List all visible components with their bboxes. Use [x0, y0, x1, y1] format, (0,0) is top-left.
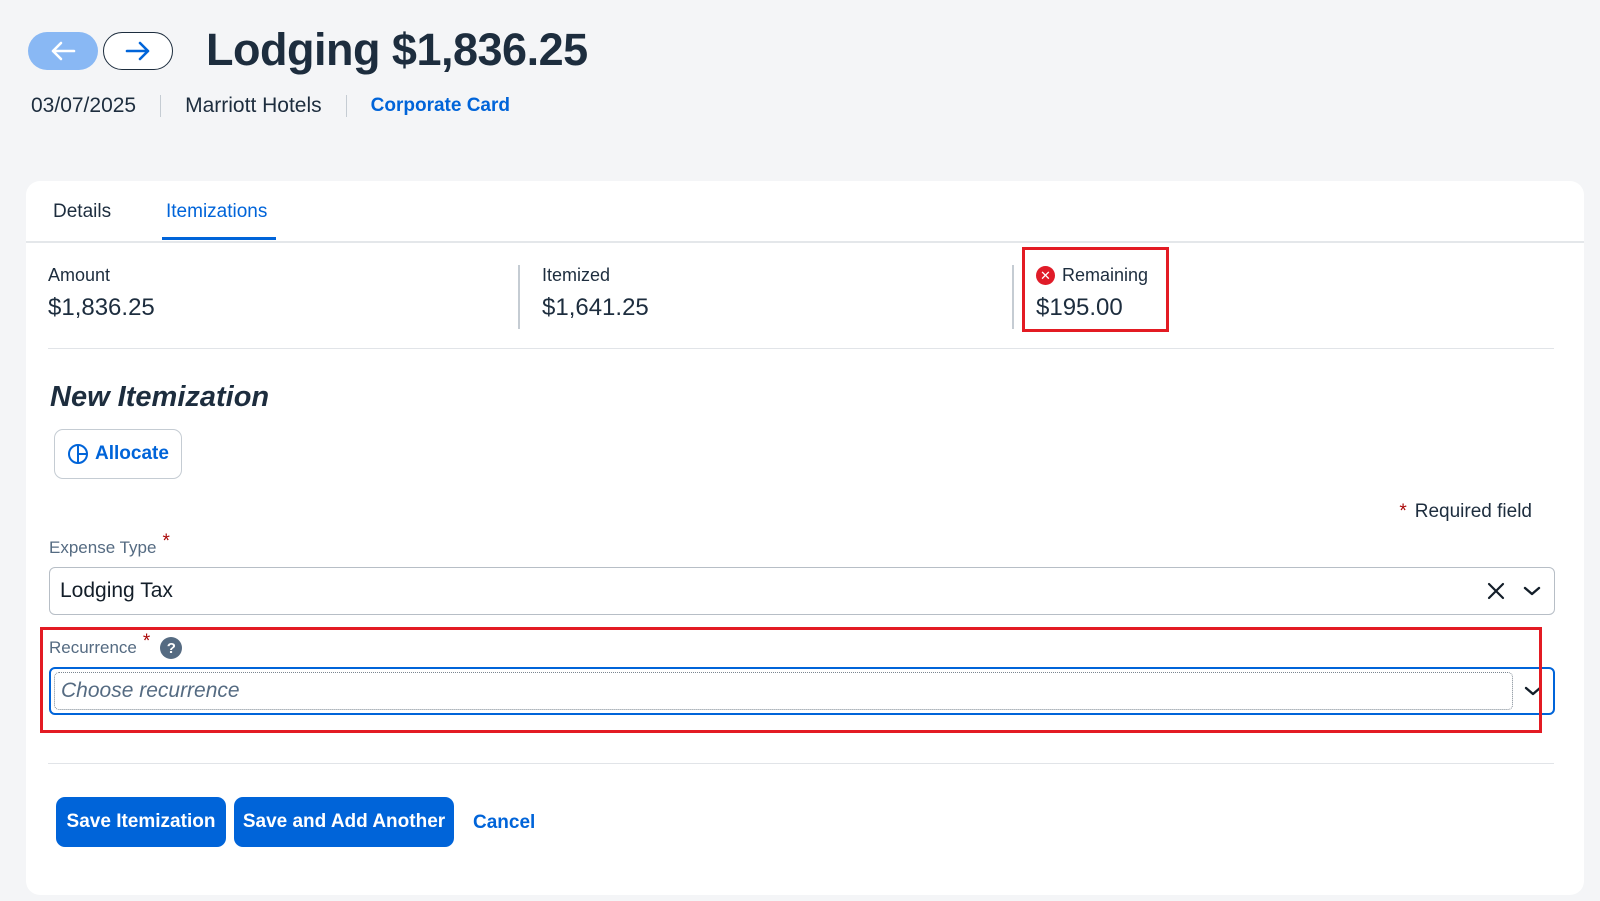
divider — [160, 95, 162, 117]
divider — [518, 265, 520, 329]
required-star: * — [1399, 501, 1407, 522]
tab-bar: Details Itemizations — [26, 181, 1584, 243]
page-title: Lodging $1,836.25 — [206, 24, 588, 75]
itemized-label: Itemized — [542, 265, 611, 285]
vendor-name: Marriott Hotels — [185, 94, 322, 117]
amount-stat: Amount $1,836.25 — [48, 265, 155, 322]
expense-type-select[interactable]: Lodging Tax — [49, 567, 1555, 615]
pie-chart-icon — [68, 444, 89, 464]
previous-expense-button[interactable] — [28, 32, 98, 70]
highlight-box — [1022, 247, 1169, 332]
save-itemization-button[interactable]: Save Itemization — [56, 797, 226, 847]
arrow-right-icon — [125, 41, 150, 61]
required-field-note: * Required field — [1399, 501, 1532, 523]
itemized-stat: Itemized $1,641.25 — [542, 265, 649, 322]
allocate-button[interactable]: Allocate — [54, 429, 182, 479]
itemization-card: Details Itemizations Amount $1,836.25 It… — [26, 181, 1584, 895]
amount-label: Amount — [48, 265, 111, 285]
next-expense-button[interactable] — [103, 32, 173, 70]
allocate-label: Allocate — [95, 443, 169, 464]
divider — [1012, 265, 1014, 329]
divider — [48, 348, 1554, 349]
divider — [345, 95, 347, 117]
amount-value: $1,836.25 — [48, 294, 155, 321]
required-star: * — [162, 531, 170, 552]
save-and-add-another-button[interactable]: Save and Add Another — [234, 797, 454, 847]
itemized-value: $1,641.25 — [542, 294, 649, 321]
expense-type-label: Expense Type — [49, 538, 157, 557]
cancel-button[interactable]: Cancel — [473, 812, 535, 834]
expense-type-value: Lodging Tax — [60, 579, 173, 602]
chevron-down-icon[interactable] — [1514, 573, 1550, 609]
tab-itemizations[interactable]: Itemizations — [166, 201, 267, 223]
required-note-text: Required field — [1414, 501, 1532, 522]
section-title: New Itemization — [50, 381, 270, 413]
active-tab-indicator — [162, 237, 276, 240]
payment-type-link[interactable]: Corporate Card — [371, 95, 510, 117]
tab-details[interactable]: Details — [53, 201, 111, 223]
highlight-box — [40, 627, 1542, 733]
expense-type-label-row: Expense Type * — [49, 531, 170, 559]
expense-date: 03/07/2025 — [31, 94, 137, 117]
divider — [48, 763, 1554, 764]
arrow-left-icon — [51, 41, 76, 61]
expense-meta: 03/07/2025 Marriott Hotels Corporate Car… — [31, 94, 510, 118]
clear-icon[interactable] — [1478, 573, 1514, 609]
